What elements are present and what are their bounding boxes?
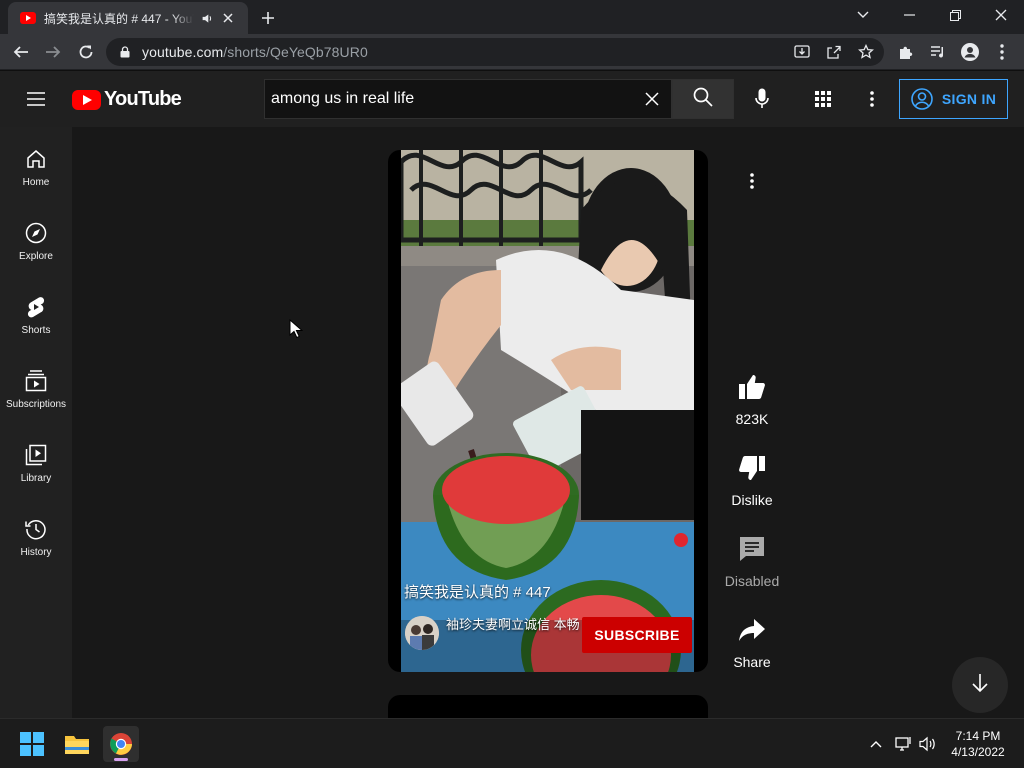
tab-close-icon[interactable] — [220, 10, 236, 26]
thumbs-up-icon — [734, 369, 770, 405]
more-actions-icon[interactable] — [740, 169, 764, 193]
forward-arrow-icon[interactable] — [41, 40, 65, 64]
sidebar-item-label: Home — [22, 177, 50, 188]
youtube-logo[interactable]: YouTube — [72, 88, 182, 111]
subscriptions-icon — [24, 369, 48, 393]
close-window-icon[interactable] — [978, 0, 1024, 30]
speaker-icon[interactable] — [200, 11, 214, 25]
url-domain: youtube.com — [142, 44, 224, 60]
share-page-icon[interactable] — [824, 42, 844, 62]
clock-time: 7:14 PM — [955, 729, 1001, 743]
next-short-preview[interactable] — [388, 695, 708, 718]
media-control-icon[interactable] — [926, 40, 950, 64]
sign-in-label: SIGN IN — [941, 91, 997, 107]
subscribe-button[interactable]: SUBSCRIBE — [582, 617, 692, 653]
clear-search-icon[interactable] — [637, 84, 667, 114]
windows-taskbar: 7:14 PM 4/13/2022 — [0, 718, 1024, 768]
channel-avatar[interactable] — [405, 616, 439, 650]
mini-guide: Home Explore Shorts Subscriptions Librar… — [0, 127, 72, 718]
url-text: youtube.com/shorts/QeYeQb78UR0 — [142, 44, 368, 60]
show-hidden-icons-chevron-icon[interactable] — [866, 734, 886, 754]
tab-title: 搞笑我是认真的 # 447 - YouTube — [44, 11, 194, 26]
comments-button[interactable]: Disabled — [716, 531, 788, 589]
share-label: Share — [733, 654, 771, 670]
voice-search-mic-icon[interactable] — [746, 83, 778, 115]
sidebar-item-label: Subscriptions — [5, 399, 67, 410]
lock-icon[interactable] — [118, 45, 132, 59]
system-clock[interactable]: 7:14 PM 4/13/2022 — [946, 728, 1010, 760]
sidebar-item-subscriptions[interactable]: Subscriptions — [0, 349, 72, 423]
extensions-puzzle-icon[interactable] — [894, 40, 918, 64]
apps-grid-icon[interactable] — [811, 87, 835, 111]
share-arrow-icon — [734, 612, 770, 648]
shorts-player[interactable]: 搞笑我是认真的 # 447 袖珍夫妻啊立诚信 本畅 SUBSCRIBE — [388, 150, 708, 672]
library-icon — [24, 443, 48, 467]
minimize-icon[interactable] — [886, 0, 932, 30]
address-bar[interactable]: youtube.com/shorts/QeYeQb78UR0 — [106, 38, 884, 66]
compass-icon — [24, 221, 48, 245]
sidebar-item-home[interactable]: Home — [0, 127, 72, 201]
short-title[interactable]: 搞笑我是认真的 # 447 — [404, 581, 551, 602]
chrome-menu-icon[interactable] — [990, 40, 1014, 64]
like-button[interactable]: 823K — [716, 369, 788, 427]
sidebar-item-shorts[interactable]: Shorts — [0, 275, 72, 349]
video-frame[interactable]: 搞笑我是认真的 # 447 袖珍夫妻啊立诚信 本畅 SUBSCRIBE — [401, 150, 694, 672]
home-icon — [24, 147, 48, 171]
restore-icon[interactable] — [932, 0, 978, 30]
guide-menu-icon[interactable] — [24, 87, 48, 111]
clock-date: 4/13/2022 — [951, 745, 1005, 759]
sidebar-item-explore[interactable]: Explore — [0, 201, 72, 275]
logo-text: YouTube — [104, 88, 182, 110]
bookmark-star-icon[interactable] — [856, 42, 876, 62]
dislike-button[interactable]: Dislike — [716, 450, 788, 508]
youtube-favicon-icon — [20, 12, 36, 24]
mouse-cursor-icon — [289, 318, 304, 339]
search-value[interactable]: among us in real life — [271, 90, 637, 108]
arrow-down-icon — [971, 673, 989, 698]
shorts-icon — [24, 295, 48, 319]
screen: 搞笑我是认真的 # 447 - YouTube — [0, 0, 1024, 768]
search-icon — [693, 87, 713, 112]
reload-icon[interactable] — [74, 40, 98, 64]
volume-icon[interactable] — [918, 734, 938, 754]
search-button[interactable] — [672, 79, 734, 119]
search-input[interactable]: among us in real life — [264, 79, 672, 119]
sidebar-item-library[interactable]: Library — [0, 423, 72, 497]
active-app-indicator — [114, 758, 128, 761]
channel-name[interactable]: 袖珍夫妻啊立诚信 本畅 — [446, 615, 580, 635]
share-button[interactable]: Share — [716, 612, 788, 670]
next-short-button[interactable] — [952, 657, 1008, 713]
sidebar-item-label: History — [20, 547, 52, 558]
sidebar-item-label: Library — [20, 473, 52, 484]
chrome-taskbar-icon[interactable] — [103, 726, 139, 762]
browser-toolbar: youtube.com/shorts/QeYeQb78UR0 — [0, 34, 1024, 70]
thumbs-down-icon — [734, 450, 770, 486]
sidebar-item-history[interactable]: History — [0, 497, 72, 571]
youtube-play-icon — [72, 89, 101, 110]
youtube-masthead: YouTube among us in real life SIGN IN — [0, 71, 1024, 127]
sidebar-item-label: Shorts — [21, 325, 51, 336]
tab-search-chevron-icon[interactable] — [840, 0, 886, 30]
account-circle-icon — [911, 88, 933, 110]
install-app-icon[interactable] — [792, 42, 812, 62]
comments-disabled-label: Disabled — [724, 573, 780, 589]
history-icon — [24, 517, 48, 541]
dislike-label: Dislike — [731, 492, 773, 508]
back-arrow-icon[interactable] — [9, 40, 33, 64]
network-icon[interactable] — [894, 734, 914, 754]
browser-tab[interactable]: 搞笑我是认真的 # 447 - YouTube — [8, 2, 248, 34]
like-count: 823K — [735, 411, 769, 427]
file-explorer-icon[interactable] — [59, 726, 95, 762]
new-tab-icon[interactable] — [258, 8, 278, 28]
shorts-page: 搞笑我是认真的 # 447 袖珍夫妻啊立诚信 本畅 SUBSCRIBE 823K… — [72, 127, 1024, 718]
browser-tabstrip: 搞笑我是认真的 # 447 - YouTube — [0, 0, 1024, 34]
settings-dots-icon[interactable] — [860, 87, 884, 111]
sign-in-button[interactable]: SIGN IN — [899, 79, 1008, 119]
sidebar-item-label: Explore — [19, 251, 53, 262]
windows-start-icon[interactable] — [14, 726, 50, 762]
profile-icon[interactable] — [958, 40, 982, 64]
comment-icon — [734, 531, 770, 567]
url-path: /shorts/QeYeQb78UR0 — [223, 44, 368, 60]
